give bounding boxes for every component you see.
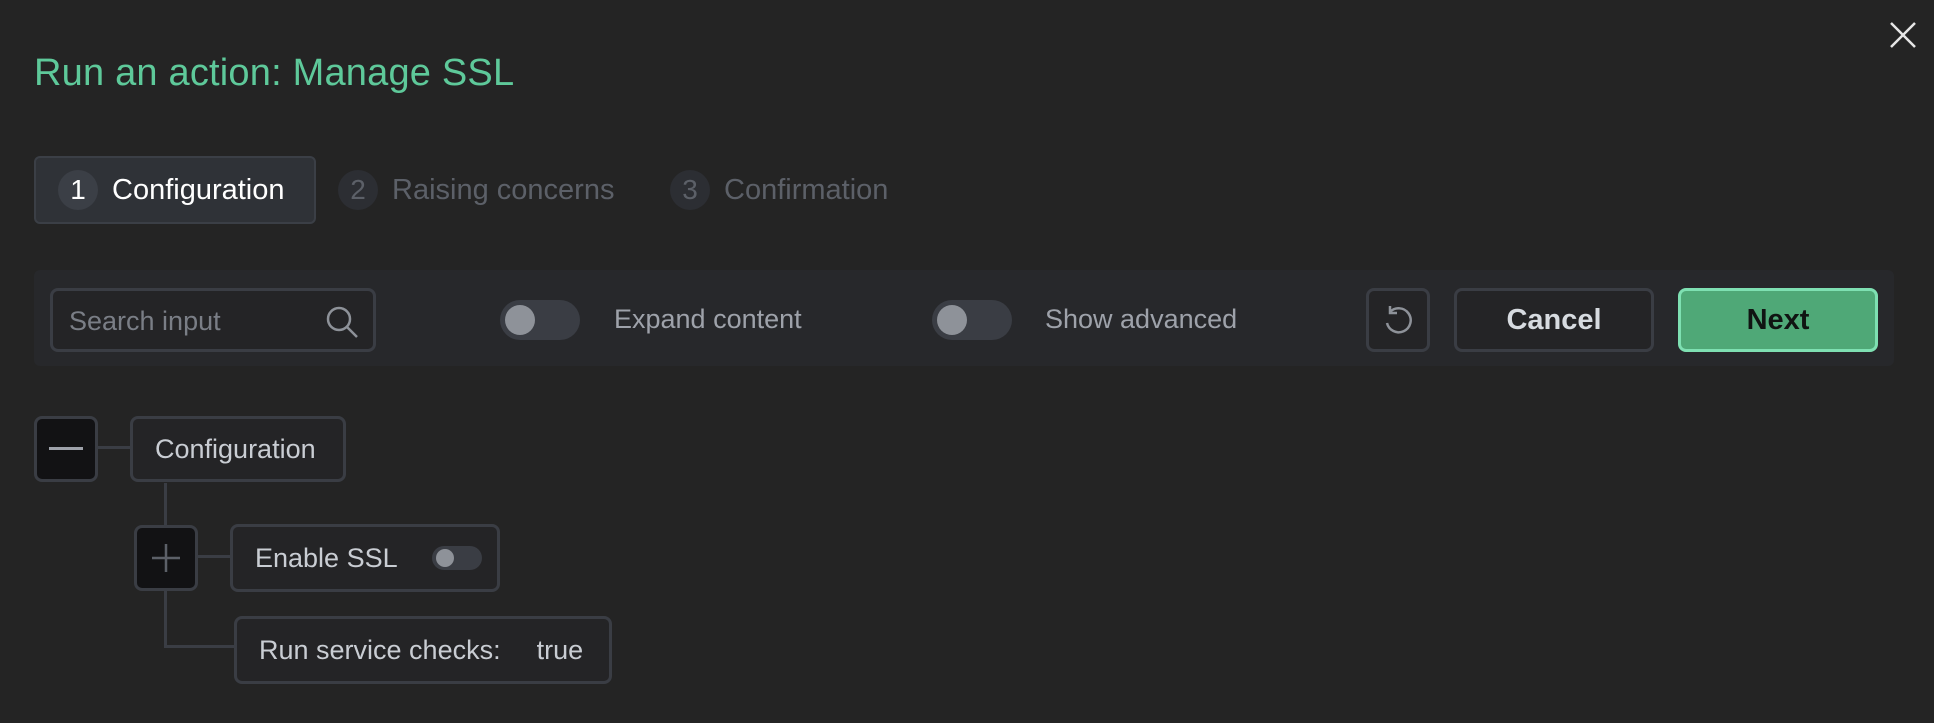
step-label: Confirmation xyxy=(724,173,889,206)
close-icon[interactable] xyxy=(1888,20,1918,50)
tree-node-run-service-checks: Run service checks: true xyxy=(234,616,612,684)
enable-ssl-toggle[interactable] xyxy=(431,546,482,570)
minus-icon xyxy=(49,447,83,450)
step-number: 1 xyxy=(58,170,98,210)
toggle-knob xyxy=(937,305,967,335)
search-field[interactable] xyxy=(50,288,376,352)
step-configuration[interactable]: 1 Configuration xyxy=(34,156,316,224)
tree-connector xyxy=(164,645,236,648)
search-icon[interactable] xyxy=(325,305,359,339)
tree-node-configuration: Configuration xyxy=(130,416,346,482)
search-input[interactable] xyxy=(67,301,311,341)
tree-node-value: true xyxy=(536,634,584,665)
expand-content-toggle[interactable] xyxy=(500,300,580,340)
toggle-knob xyxy=(435,549,454,567)
collapse-button[interactable] xyxy=(34,416,98,482)
reset-icon xyxy=(1385,306,1412,334)
step-number: 2 xyxy=(338,170,378,210)
step-confirmation[interactable]: 3 Confirmation xyxy=(670,156,888,224)
tree-node-label: Enable SSL xyxy=(255,542,398,573)
tree-node-enable-ssl: Enable SSL xyxy=(230,524,500,592)
step-raising-concerns[interactable]: 2 Raising concerns xyxy=(338,156,614,224)
cancel-button[interactable]: Cancel xyxy=(1454,288,1654,352)
toggle-knob xyxy=(505,305,535,335)
show-advanced-toggle[interactable] xyxy=(932,300,1012,340)
tree-connector xyxy=(196,555,232,558)
tree-node-label: Configuration xyxy=(155,433,316,464)
step-label: Configuration xyxy=(112,173,285,206)
toolbar: Expand content Show advanced Cancel Next xyxy=(34,270,1894,366)
reset-button[interactable] xyxy=(1366,288,1430,352)
plus-icon xyxy=(152,544,180,572)
expand-button[interactable] xyxy=(134,525,198,591)
step-label: Raising concerns xyxy=(392,173,615,206)
tree-node-label: Run service checks: xyxy=(259,634,501,665)
show-advanced-label: Show advanced xyxy=(1045,304,1238,334)
expand-content-label: Expand content xyxy=(614,304,802,334)
tree-connector xyxy=(98,446,132,449)
dialog-title: Run an action: Manage SSL xyxy=(34,52,515,94)
step-number: 3 xyxy=(670,170,710,210)
next-button[interactable]: Next xyxy=(1678,288,1878,352)
